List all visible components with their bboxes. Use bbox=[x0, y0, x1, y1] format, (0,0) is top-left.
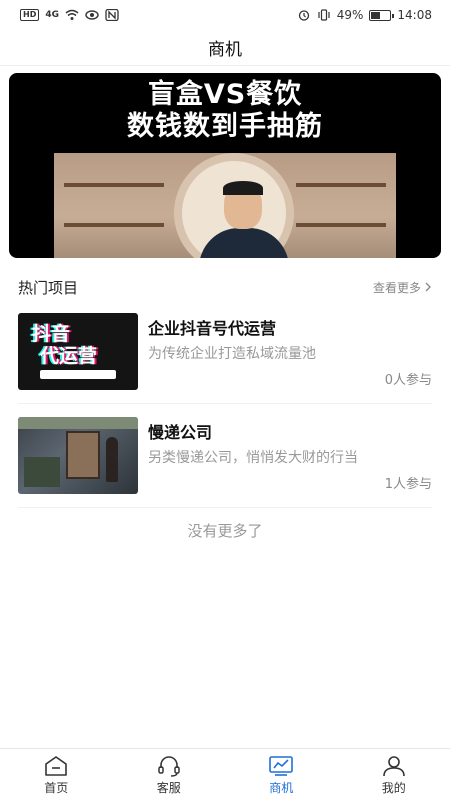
wifi-icon bbox=[65, 9, 79, 20]
signal-icon: 4G bbox=[45, 10, 59, 20]
status-bar: HD 4G 49% 14:08 bbox=[0, 0, 450, 30]
promo-banner[interactable]: 盲盒VS餐饮 数钱数到手抽筋 bbox=[9, 73, 441, 258]
banner-line-2: 数钱数到手抽筋 bbox=[127, 111, 323, 142]
project-description: 另类慢递公司，悄悄发大财的行当 bbox=[148, 450, 358, 466]
project-list: 抖音 代运营 企业抖音号代运营 为传统企业打造私域流量池 0人参与 慢递公司 另… bbox=[18, 300, 432, 508]
project-info: 慢递公司 另类慢递公司，悄悄发大财的行当 1人参与 bbox=[148, 417, 432, 494]
status-right: 49% 14:08 bbox=[297, 8, 432, 22]
see-more-link[interactable]: 查看更多 bbox=[373, 279, 432, 296]
battery-percent: 49% bbox=[336, 8, 364, 22]
project-name: 企业抖音号代运营 bbox=[148, 319, 277, 338]
see-more-label: 查看更多 bbox=[372, 280, 421, 295]
vibrate-icon bbox=[318, 9, 330, 21]
eye-icon bbox=[85, 10, 99, 20]
banner-line-1: 盲盒VS餐饮 bbox=[147, 79, 303, 110]
project-info: 企业抖音号代运营 为传统企业打造私域流量池 0人参与 bbox=[148, 313, 432, 390]
tab-service[interactable]: 客服 bbox=[113, 749, 226, 800]
project-thumbnail bbox=[18, 417, 138, 494]
shelf-left bbox=[64, 183, 164, 187]
clock: 14:08 bbox=[397, 8, 432, 22]
nfc-icon bbox=[105, 9, 119, 21]
hd-icon: HD bbox=[20, 9, 40, 21]
headset-icon bbox=[158, 756, 180, 777]
chart-icon bbox=[269, 756, 294, 776]
shelf-left-lower bbox=[64, 223, 164, 227]
user-icon bbox=[382, 756, 405, 777]
home-icon bbox=[45, 756, 68, 776]
top-header: 商机 bbox=[0, 30, 450, 66]
chevron-right-icon bbox=[425, 282, 431, 292]
presenter-figure bbox=[199, 181, 289, 258]
shelf-right-lower bbox=[296, 223, 386, 227]
tab-profile[interactable]: 我的 bbox=[338, 749, 450, 800]
thumb-text-mid: 代运营 bbox=[40, 345, 98, 367]
list-item[interactable]: 抖音 代运营 企业抖音号代运营 为传统企业打造私域流量池 0人参与 bbox=[18, 300, 432, 404]
alarm-icon bbox=[298, 10, 309, 21]
project-name: 慢递公司 bbox=[148, 423, 213, 442]
thumb-bar bbox=[40, 370, 116, 379]
participant-count: 0人参与 bbox=[384, 373, 432, 388]
status-left: HD 4G bbox=[20, 9, 119, 21]
battery-icon bbox=[369, 9, 395, 21]
banner-photo bbox=[54, 153, 396, 258]
end-of-list-text: 没有更多了 bbox=[187, 522, 263, 540]
bottom-tab-bar: 首页 客服 商机 我的 bbox=[0, 748, 450, 800]
tab-opportunities[interactable]: 商机 bbox=[225, 749, 338, 800]
section-title: 热门项目 bbox=[18, 278, 79, 297]
tab-label: 我的 bbox=[381, 781, 406, 795]
tab-label: 客服 bbox=[156, 781, 181, 795]
tab-label: 首页 bbox=[44, 781, 69, 795]
hot-projects-header: 热门项目 查看更多 bbox=[18, 276, 432, 298]
tab-label: 商机 bbox=[269, 781, 294, 795]
tab-home[interactable]: 首页 bbox=[0, 749, 113, 800]
page-title: 商机 bbox=[208, 40, 242, 60]
project-thumbnail: 抖音 代运营 bbox=[18, 313, 138, 390]
participant-count: 1人参与 bbox=[384, 477, 432, 492]
list-item[interactable]: 慢递公司 另类慢递公司，悄悄发大财的行当 1人参与 bbox=[18, 404, 432, 508]
banner-headline: 盲盒VS餐饮 数钱数到手抽筋 bbox=[9, 79, 441, 143]
project-description: 为传统企业打造私域流量池 bbox=[148, 346, 316, 362]
shelf-right bbox=[296, 183, 386, 187]
